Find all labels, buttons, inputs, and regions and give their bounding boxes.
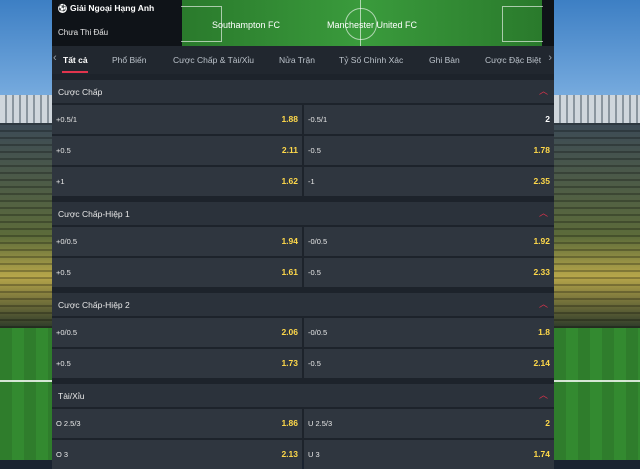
tab-special-bets[interactable]: Cược Đặc Biệt: [485, 55, 541, 65]
chevron-up-icon[interactable]: ︿: [539, 300, 548, 309]
odds-label: -1: [308, 177, 315, 186]
odds-row: O 3 2.13 U 3 1.74: [52, 440, 554, 469]
tab-popular[interactable]: Phổ Biến: [112, 55, 147, 65]
odds-value: 1.73: [281, 358, 298, 368]
section-header-over-under[interactable]: Tài/Xỉu ︿: [52, 384, 554, 407]
section-header-handicap-half-1[interactable]: Cược Chấp-Hiệp 1 ︿: [52, 202, 554, 225]
section-title: Cược Chấp: [58, 86, 103, 97]
market-tabs: ‹ Tất cả Phổ Biến Cược Chấp & Tài/Xỉu Nử…: [52, 46, 554, 74]
odds-cell[interactable]: +0/0.5 2.06: [52, 318, 302, 347]
odds-value: 2: [545, 114, 550, 124]
odds-cell[interactable]: -1 2.35: [304, 167, 554, 196]
odds-label: +1: [56, 177, 65, 186]
odds-row: +0.5/1 1.88 -0.5/1 2: [52, 105, 554, 134]
odds-cell[interactable]: +0.5 2.11: [52, 136, 302, 165]
odds-row: +0.5 2.11 -0.5 1.78: [52, 136, 554, 165]
odds-value: 1.61: [281, 267, 298, 277]
stadium-background-left: [0, 0, 52, 460]
odds-label: +0.5/1: [56, 115, 78, 124]
league-name: Giải Ngoại Hạng Anh: [70, 3, 155, 13]
odds-value: 2: [545, 418, 550, 428]
odds-label: -0.5: [308, 268, 321, 277]
odds-cell[interactable]: -0/0.5 1.8: [304, 318, 554, 347]
tab-handicap-over-under[interactable]: Cược Chấp & Tài/Xỉu: [173, 55, 254, 65]
home-team: Southampton FC: [212, 20, 281, 30]
odds-value: 2.33: [533, 267, 550, 277]
section-header-handicap-half-2[interactable]: Cược Chấp-Hiệp 2 ︿: [52, 293, 554, 316]
odds-row: +0.5 1.73 -0.5 2.14: [52, 349, 554, 378]
odds-cell[interactable]: O 2.5/3 1.86: [52, 409, 302, 438]
odds-label: +0.5: [56, 359, 71, 368]
odds-value: 2.13: [281, 449, 298, 459]
stadium-background-right: [554, 0, 640, 460]
football-icon: ⚽: [58, 3, 67, 13]
odds-cell[interactable]: -0.5 2.14: [304, 349, 554, 378]
league-label: ⚽ Giải Ngoại Hạng Anh: [58, 3, 154, 13]
odds-label: U 3: [308, 450, 320, 459]
odds-label: +0/0.5: [56, 328, 78, 337]
odds-cell[interactable]: O 3 2.13: [52, 440, 302, 469]
odds-value: 1.8: [538, 327, 550, 337]
odds-value: 1.78: [533, 145, 550, 155]
odds-label: -0/0.5: [308, 328, 328, 337]
section-title: Cược Chấp-Hiệp 1: [58, 208, 130, 219]
section-header-handicap[interactable]: Cược Chấp ︿: [52, 80, 554, 103]
odds-cell[interactable]: -0.5 2.33: [304, 258, 554, 287]
odds-value: 1.86: [281, 418, 298, 428]
odds-label: +0/0.5: [56, 237, 78, 246]
odds-label: -0.5: [308, 146, 321, 155]
tab-correct-score[interactable]: Tỷ Số Chính Xác: [339, 55, 403, 65]
match-status: Chưa Thi Đấu: [58, 28, 109, 37]
odds-value: 2.14: [533, 358, 550, 368]
odds-label: O 2.5/3: [56, 419, 81, 428]
section-title: Tài/Xỉu: [58, 390, 85, 401]
chevron-right-icon[interactable]: ›: [548, 52, 552, 64]
odds-cell[interactable]: U 3 1.74: [304, 440, 554, 469]
chevron-up-icon[interactable]: ︿: [539, 209, 548, 218]
section-title: Cược Chấp-Hiệp 2: [58, 299, 130, 310]
odds-label: -0/0.5: [308, 237, 328, 246]
odds-value: 1.92: [533, 236, 550, 246]
odds-cell[interactable]: U 2.5/3 2: [304, 409, 554, 438]
odds-label: -0.5: [308, 359, 321, 368]
tab-all[interactable]: Tất cả: [63, 55, 88, 65]
match-header: ⚽ Giải Ngoại Hạng Anh Chưa Thi Đấu South…: [52, 0, 554, 46]
odds-cell[interactable]: +0/0.5 1.94: [52, 227, 302, 256]
odds-value: 2.06: [281, 327, 298, 337]
odds-value: 2.11: [281, 145, 298, 155]
tab-scoring[interactable]: Ghi Bàn: [429, 55, 460, 65]
odds-cell[interactable]: +0.5 1.73: [52, 349, 302, 378]
odds-row: O 2.5/3 1.86 U 2.5/3 2: [52, 409, 554, 438]
chevron-up-icon[interactable]: ︿: [539, 87, 548, 96]
odds-label: +0.5: [56, 146, 71, 155]
odds-label: -0.5/1: [308, 115, 328, 124]
odds-value: 1.88: [281, 114, 298, 124]
odds-label: U 2.5/3: [308, 419, 333, 428]
odds-value: 2.35: [533, 176, 550, 186]
active-tab-indicator: [62, 71, 88, 73]
chevron-left-icon[interactable]: ‹: [53, 52, 57, 64]
odds-value: 1.74: [533, 449, 550, 459]
odds-row: +0/0.5 2.06 -0/0.5 1.8: [52, 318, 554, 347]
betting-panel: ⚽ Giải Ngoại Hạng Anh Chưa Thi Đấu South…: [52, 0, 554, 469]
odds-label: +0.5: [56, 268, 71, 277]
odds-cell[interactable]: -0.5 1.78: [304, 136, 554, 165]
odds-row: +1 1.62 -1 2.35: [52, 167, 554, 196]
odds-row: +0.5 1.61 -0.5 2.33: [52, 258, 554, 287]
odds-cell[interactable]: +1 1.62: [52, 167, 302, 196]
odds-row: +0/0.5 1.94 -0/0.5 1.92: [52, 227, 554, 256]
odds-cell[interactable]: +0.5 1.61: [52, 258, 302, 287]
odds-cell[interactable]: -0.5/1 2: [304, 105, 554, 134]
away-team: Manchester United FC: [327, 20, 418, 30]
odds-value: 1.94: [281, 236, 298, 246]
odds-label: O 3: [56, 450, 69, 459]
odds-value: 1.62: [281, 176, 298, 186]
odds-cell[interactable]: -0/0.5 1.92: [304, 227, 554, 256]
chevron-up-icon[interactable]: ︿: [539, 391, 548, 400]
tab-half-time[interactable]: Nửa Trận: [279, 55, 315, 65]
odds-cell[interactable]: +0.5/1 1.88: [52, 105, 302, 134]
